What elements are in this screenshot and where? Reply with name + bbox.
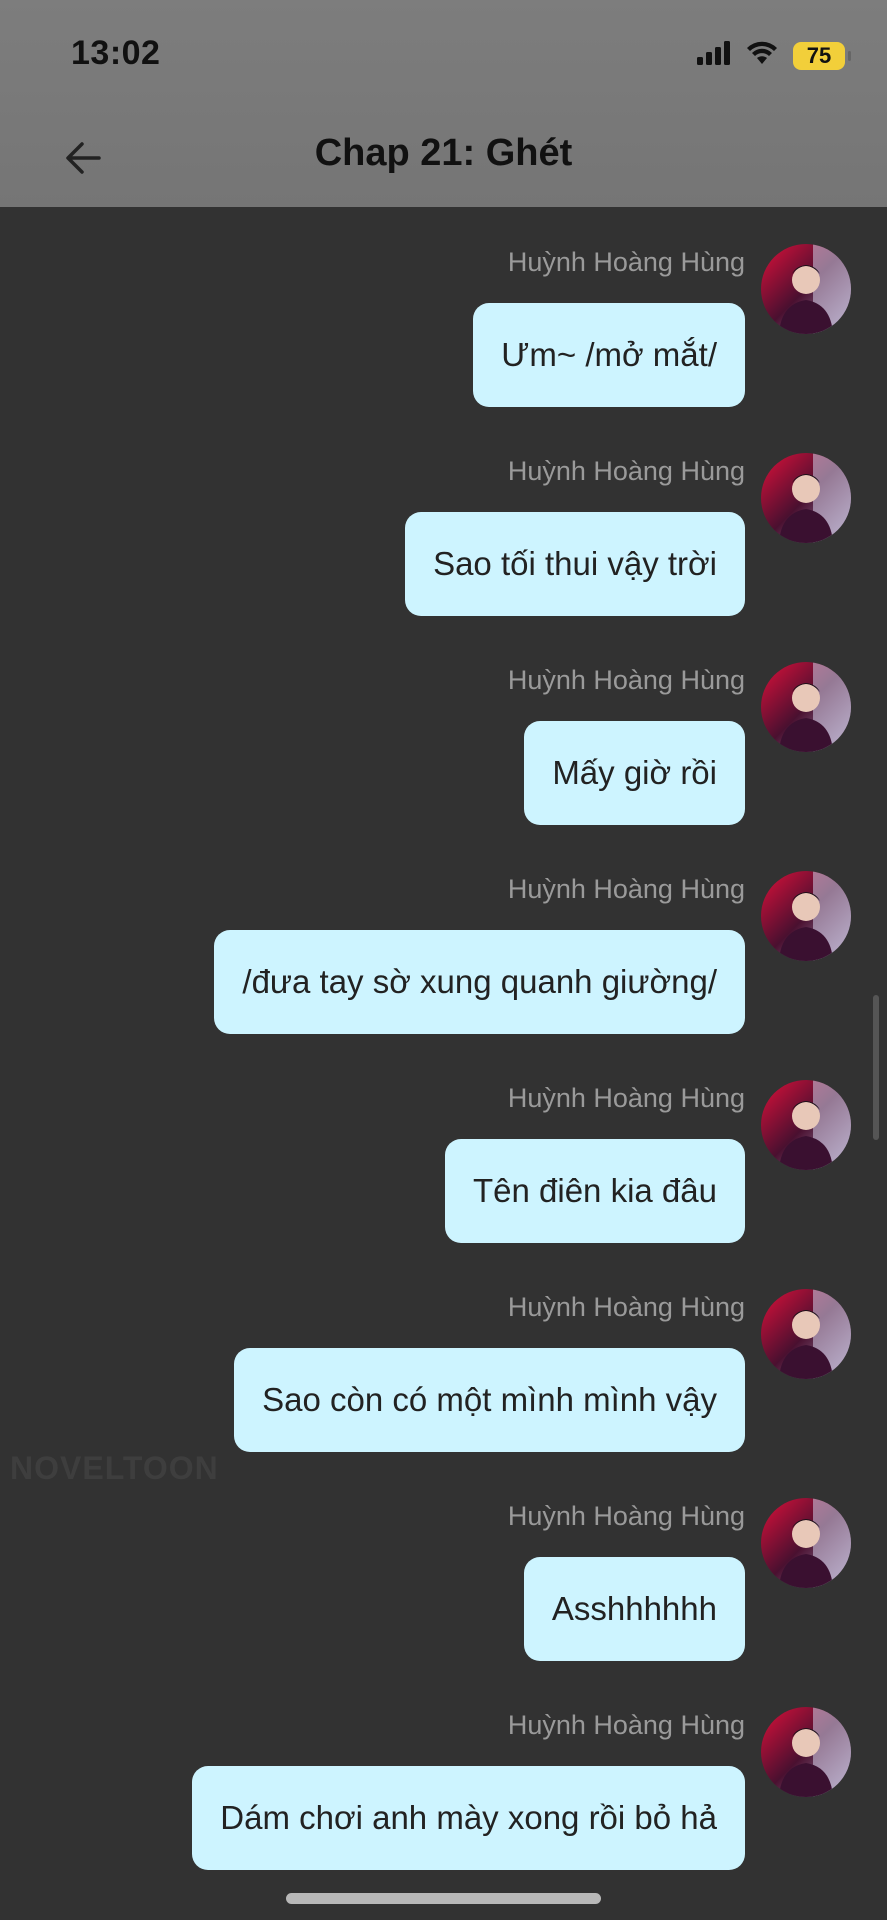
message-bubble[interactable]: Dám chơi anh mày xong rồi bỏ hả — [192, 1766, 745, 1870]
message-bubble[interactable]: Sao tối thui vậy trời — [405, 512, 745, 616]
message-row: Huỳnh Hoàng Hùng Dám chơi anh mày xong r… — [0, 1670, 887, 1879]
battery-icon: 75 — [793, 41, 851, 70]
message-bubble[interactable]: Asshhhhhh — [523, 1557, 745, 1661]
scrollbar[interactable] — [873, 995, 879, 1140]
sender-name: Huỳnh Hoàng Hùng — [507, 1083, 745, 1113]
sender-name: Huỳnh Hoàng Hùng — [507, 874, 745, 904]
message-bubble[interactable]: /đưa tay sờ xung quanh giường/ — [214, 930, 745, 1034]
message-bubble[interactable]: Ưm~ /mở mắt/ — [473, 303, 745, 407]
message-row: Huỳnh Hoàng Hùng /đưa tay sờ xung quanh … — [0, 834, 887, 1043]
message-row: Huỳnh Hoàng Hùng Sao còn có một mình mìn… — [0, 1252, 887, 1461]
avatar[interactable] — [761, 871, 851, 961]
message-bubble[interactable]: Mấy giờ rồi — [524, 721, 745, 825]
message-row: Huỳnh Hoàng Hùng Mấy giờ rồi — [0, 625, 887, 834]
avatar[interactable] — [761, 1080, 851, 1170]
message-row: Huỳnh Hoàng Hùng Asshhhhhh — [0, 1461, 887, 1670]
avatar[interactable] — [761, 244, 851, 334]
sender-name: Huỳnh Hoàng Hùng — [507, 1710, 745, 1740]
home-indicator[interactable] — [286, 1893, 601, 1904]
status-time: 13:02 — [71, 34, 161, 72]
message-row: Huỳnh Hoàng Hùng Tên điên kia đâu — [0, 1043, 887, 1252]
page-title: Chap 21: Ghét — [314, 132, 573, 174]
cellular-signal-icon — [697, 41, 731, 70]
avatar[interactable] — [761, 453, 851, 543]
sender-name: Huỳnh Hoàng Hùng — [507, 456, 745, 486]
message-bubble[interactable]: Tên điên kia đâu — [444, 1139, 745, 1243]
avatar[interactable] — [761, 1498, 851, 1588]
noveltoon-watermark: NOVELTOON — [10, 1450, 219, 1486]
message-row: Huỳnh Hoàng Hùng Sao tối thui vậy trời — [0, 416, 887, 625]
app-header: 13:02 75 Chap 21: Ghét — [0, 0, 887, 207]
wifi-icon — [745, 40, 779, 71]
status-icons: 75 — [697, 40, 851, 71]
message-bubble[interactable]: Sao còn có một mình mình vậy — [234, 1348, 745, 1452]
sender-name: Huỳnh Hoàng Hùng — [507, 665, 745, 695]
sender-name: Huỳnh Hoàng Hùng — [507, 247, 745, 277]
avatar[interactable] — [761, 662, 851, 752]
avatar[interactable] — [761, 1289, 851, 1379]
sender-name: Huỳnh Hoàng Hùng — [507, 1292, 745, 1322]
message-row: Huỳnh Hoàng Hùng Ưm~ /mở mắt/ — [0, 207, 887, 416]
sender-name: Huỳnh Hoàng Hùng — [507, 1501, 745, 1531]
avatar[interactable] — [761, 1707, 851, 1797]
